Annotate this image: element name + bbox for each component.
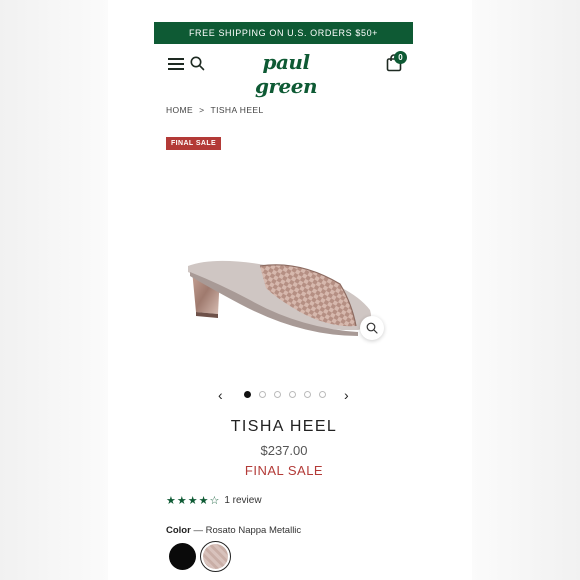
star-rating-icon[interactable]: ★★★★☆ [166,494,220,507]
rating-summary: ★★★★☆ 1 review [166,494,262,507]
breadcrumb-separator: > [199,105,205,115]
site-header: paul green 0 [108,50,472,98]
product-image[interactable] [180,248,380,340]
mobile-page: FREE SHIPPING ON U.S. ORDERS $50+ paul g… [108,0,472,580]
final-sale-text: FINAL SALE [244,463,324,478]
product-price: $237.00 [260,443,308,458]
swatch-fill [203,544,228,569]
image-carousel-controls: ‹ › [108,388,472,402]
carousel-dot[interactable] [319,391,326,398]
selected-color-name: Rosato Nappa Metallic [205,525,302,536]
background-right [472,0,580,580]
color-swatch-black[interactable] [169,543,196,570]
product-title: TISHA HEEL [230,418,338,435]
zoom-button[interactable] [360,316,384,340]
carousel-dot[interactable] [289,391,296,398]
carousel-dot[interactable] [259,391,266,398]
promo-bar[interactable]: FREE SHIPPING ON U.S. ORDERS $50+ [154,22,413,44]
breadcrumb-current: TISHA HEEL [210,105,264,115]
carousel-next-arrow[interactable]: › [344,388,349,402]
review-count-link[interactable]: 1 review [224,495,261,506]
magnifier-icon [366,322,378,334]
carousel-dot[interactable] [274,391,281,398]
hamburger-menu-icon[interactable] [168,58,184,70]
final-sale-badge: FINAL SALE [166,137,222,150]
carousel-prev-arrow[interactable]: ‹ [218,388,223,402]
color-separator: — [190,525,206,536]
brand-logo[interactable]: paul green [236,50,336,98]
breadcrumb-home-link[interactable]: HOME [166,105,193,115]
carousel-dot[interactable] [304,391,311,398]
color-selector-label: Color — Rosato Nappa Metallic [166,525,301,536]
carousel-dot[interactable] [244,391,251,398]
search-icon[interactable] [190,56,205,71]
breadcrumb: HOME > TISHA HEEL [166,105,264,115]
color-label: Color [166,525,191,536]
cart-count-badge: 0 [394,51,407,64]
promo-text: FREE SHIPPING ON U.S. ORDERS $50+ [188,28,379,38]
background-left [0,0,108,580]
color-swatch-rosato-nappa-metallic[interactable] [200,541,231,572]
